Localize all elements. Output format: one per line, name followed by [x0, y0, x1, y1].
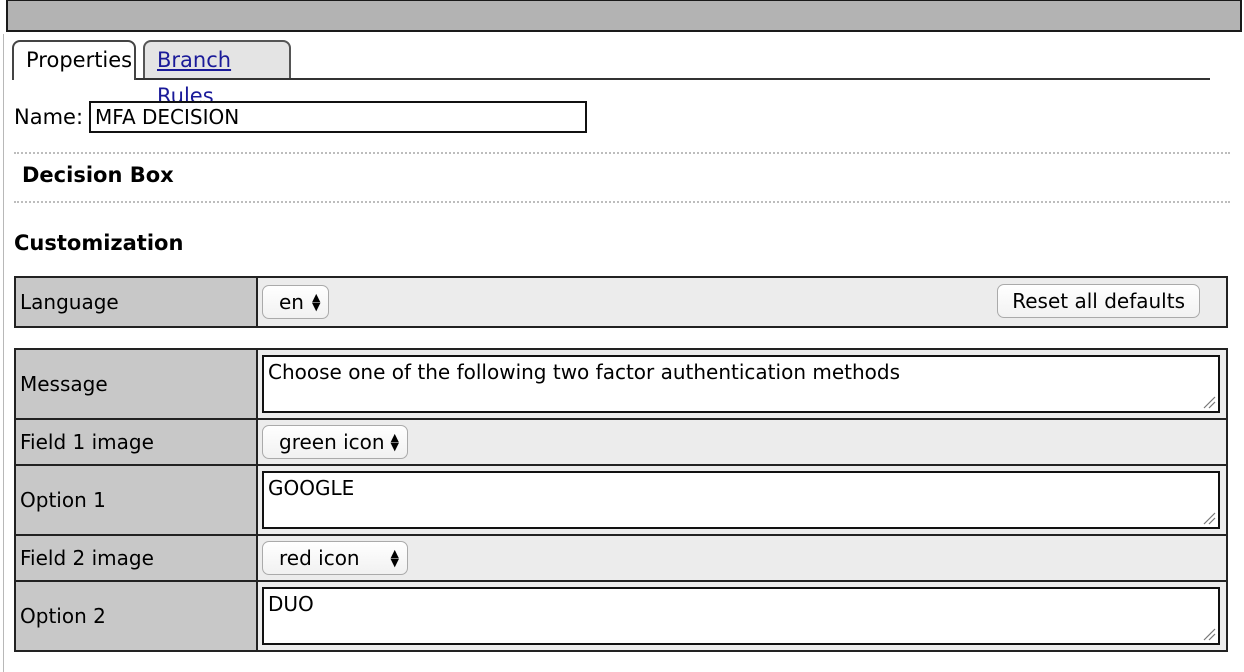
option2-cell: DUO: [258, 582, 1226, 650]
field2-image-label: Field 2 image: [16, 536, 256, 580]
table-row: Option 1 GOOGLE: [16, 466, 1226, 534]
fields-table: Message Choose one of the following two …: [14, 348, 1228, 652]
resize-grip-icon[interactable]: [1202, 627, 1216, 641]
resize-grip-icon[interactable]: [1202, 511, 1216, 525]
message-cell: Choose one of the following two factor a…: [258, 350, 1226, 418]
table-row: Field 2 image red icon ▲ ▼: [16, 536, 1226, 580]
language-label: Language: [16, 278, 256, 326]
field2-image-value: red icon: [279, 546, 360, 570]
field2-image-label-text: Field 2 image: [20, 546, 154, 570]
name-input[interactable]: [89, 101, 588, 133]
left-divider: [3, 34, 4, 672]
resize-grip-icon[interactable]: [1202, 395, 1216, 409]
message-text: Choose one of the following two factor a…: [268, 360, 901, 384]
option2-textarea[interactable]: DUO: [262, 587, 1220, 645]
language-select-value: en: [279, 290, 304, 314]
divider: [14, 201, 1230, 203]
tab-properties[interactable]: Properties: [12, 40, 136, 80]
node-type-heading: Decision Box: [22, 163, 174, 187]
field1-image-value: green icon: [279, 430, 385, 454]
reset-all-defaults-button[interactable]: Reset all defaults: [997, 284, 1200, 318]
field1-image-label-text: Field 1 image: [20, 430, 154, 454]
message-label-text: Message: [20, 372, 108, 396]
option2-label-text: Option 2: [20, 604, 106, 628]
table-row: Option 2 DUO: [16, 582, 1226, 650]
field2-image-cell: red icon ▲ ▼: [258, 536, 1226, 580]
divider: [14, 152, 1230, 154]
option1-textarea[interactable]: GOOGLE: [262, 471, 1220, 529]
field2-image-select[interactable]: red icon ▲ ▼: [262, 541, 408, 575]
option1-label-text: Option 1: [20, 488, 106, 512]
tab-properties-label: Properties: [26, 48, 133, 72]
select-arrows-icon: ▲ ▼: [390, 547, 399, 569]
language-cell: en ▲ ▼ Reset all defaults: [258, 278, 1226, 326]
option2-text: DUO: [268, 592, 314, 616]
tab-bar: Properties Branch Rules: [12, 40, 1210, 108]
name-label: Name:: [14, 105, 84, 129]
table-row: Message Choose one of the following two …: [16, 350, 1226, 418]
option1-label: Option 1: [16, 466, 256, 534]
option2-label: Option 2: [16, 582, 256, 650]
language-label-text: Language: [20, 290, 119, 314]
message-label: Message: [16, 350, 256, 418]
language-select[interactable]: en ▲ ▼: [262, 285, 330, 319]
tab-branch-rules[interactable]: Branch Rules: [143, 40, 291, 108]
table-row: Field 1 image green icon ▲ ▼: [16, 420, 1226, 464]
message-textarea[interactable]: Choose one of the following two factor a…: [262, 355, 1220, 413]
customization-heading: Customization: [14, 231, 184, 255]
field1-image-label: Field 1 image: [16, 420, 256, 464]
tab-underline: [12, 78, 1210, 80]
option1-cell: GOOGLE: [258, 466, 1226, 534]
panel-header-bar: [6, 0, 1242, 32]
select-arrows-icon: ▲ ▼: [311, 291, 321, 313]
field1-image-cell: green icon ▲ ▼: [258, 420, 1226, 464]
name-row: Name:: [14, 100, 588, 134]
select-arrows-icon: ▲ ▼: [390, 431, 399, 453]
option1-text: GOOGLE: [268, 476, 355, 500]
field1-image-select[interactable]: green icon ▲ ▼: [262, 425, 408, 459]
language-table: Language en ▲ ▼ Reset all defaults: [14, 276, 1228, 328]
